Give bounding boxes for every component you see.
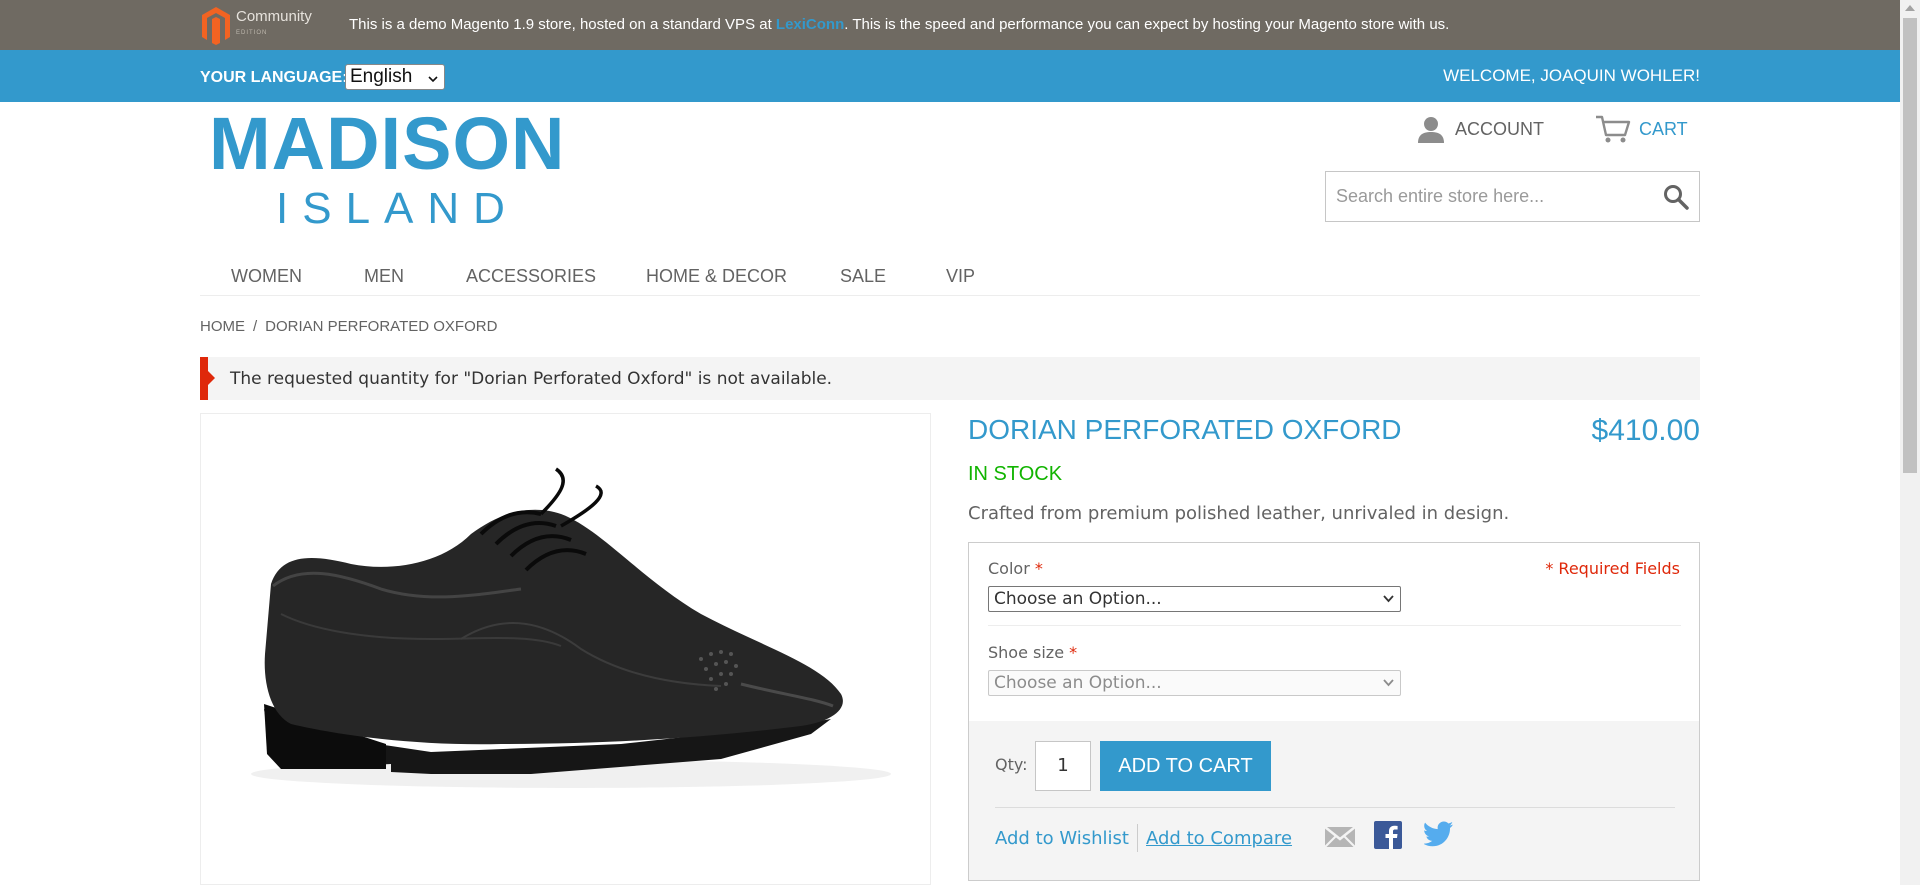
- product-name: DORIAN PERFORATED OXFORD: [968, 414, 1402, 445]
- cart-link[interactable]: CART: [1595, 113, 1688, 145]
- color-label: Color *: [988, 559, 1043, 578]
- product-image[interactable]: [200, 413, 931, 885]
- add-to-compare-link[interactable]: Add to Compare: [1146, 828, 1292, 849]
- options-divider: [988, 625, 1681, 626]
- error-flag-arrow: [208, 371, 215, 385]
- error-message-text: The requested quantity for "Dorian Perfo…: [230, 369, 833, 389]
- search-box: [1325, 171, 1700, 222]
- add-to-wishlist-link[interactable]: Add to Wishlist: [995, 828, 1129, 849]
- nav-item-women[interactable]: WOMEN: [231, 266, 302, 287]
- user-icon: [1418, 117, 1444, 143]
- breadcrumb-home[interactable]: HOME: [200, 318, 245, 335]
- search-icon[interactable]: [1663, 184, 1689, 210]
- color-select[interactable]: Choose an Option...: [988, 586, 1401, 612]
- cart-divider: [995, 807, 1675, 808]
- nav-item-vip[interactable]: VIP: [946, 266, 975, 287]
- scrollbar-thumb[interactable]: [1903, 18, 1917, 473]
- shoe-size-label: Shoe size *: [988, 643, 1078, 662]
- email-icon[interactable]: [1324, 825, 1356, 849]
- error-message: The requested quantity for "Dorian Perfo…: [200, 357, 1700, 400]
- cart-label: CART: [1639, 118, 1688, 139]
- shoe-image: [251, 467, 891, 788]
- required-fields-note: * Required Fields: [1545, 559, 1680, 578]
- chevron-down-icon: [1383, 595, 1394, 603]
- links-separator: [1137, 824, 1138, 852]
- error-flag: [200, 357, 208, 400]
- cart-icon: [1596, 115, 1631, 143]
- add-to-cart-button[interactable]: ADD TO CART: [1100, 741, 1271, 791]
- main-navigation: WOMEN MEN ACCESSORIES HOME & DECOR SALE …: [200, 262, 1700, 296]
- account-link[interactable]: ACCOUNT: [1415, 113, 1544, 145]
- account-label: ACCOUNT: [1455, 118, 1544, 139]
- breadcrumb-separator: /: [253, 318, 258, 335]
- search-input[interactable]: [1326, 172, 1646, 221]
- language-label: YOUR LANGUAGE:: [200, 69, 348, 86]
- breadcrumb: HOME / DORIAN PERFORATED OXFORD: [200, 318, 497, 335]
- shoe-size-select[interactable]: Choose an Option...: [988, 670, 1401, 696]
- magento-logo-icon: [202, 7, 230, 45]
- nav-item-home-decor[interactable]: HOME & DECOR: [646, 266, 787, 287]
- add-to-cart-box: Qty: 1 ADD TO CART Add to Wishlist Add t…: [968, 721, 1700, 881]
- scroll-up-arrow[interactable]: [1905, 5, 1915, 11]
- magento-community-logo[interactable]: Community EDITION: [200, 5, 312, 45]
- chevron-down-icon: [428, 76, 438, 83]
- breadcrumb-current: DORIAN PERFORATED OXFORD: [265, 318, 498, 335]
- qty-input[interactable]: 1: [1035, 741, 1091, 791]
- facebook-icon[interactable]: [1374, 821, 1402, 849]
- qty-label: Qty:: [995, 755, 1028, 774]
- twitter-icon[interactable]: [1424, 821, 1454, 847]
- chevron-down-icon: [1383, 679, 1394, 687]
- lexiconn-link[interactable]: LexiConn: [776, 16, 844, 33]
- nav-item-sale[interactable]: SALE: [840, 266, 886, 287]
- store-logo-main[interactable]: MADISON: [209, 106, 565, 182]
- stock-status: IN STOCK: [968, 463, 1063, 485]
- community-label: Community EDITION: [236, 8, 312, 37]
- store-logo-sub[interactable]: ISLAND: [276, 186, 519, 232]
- product-description: Crafted from premium polished leather, u…: [968, 503, 1510, 524]
- nav-item-accessories[interactable]: ACCESSORIES: [466, 266, 596, 287]
- product-options: Color * * Required Fields Choose an Opti…: [968, 542, 1700, 722]
- product-links: Add to Wishlist Add to Compare: [995, 823, 1292, 853]
- nav-item-men[interactable]: MEN: [364, 266, 404, 287]
- welcome-message: WELCOME, JOAQUIN WOHLER!: [1443, 66, 1700, 85]
- product-price: $410.00: [1591, 414, 1700, 447]
- demo-notice-text: This is a demo Magento 1.9 store, hosted…: [349, 16, 1450, 33]
- language-select[interactable]: English: [345, 64, 445, 90]
